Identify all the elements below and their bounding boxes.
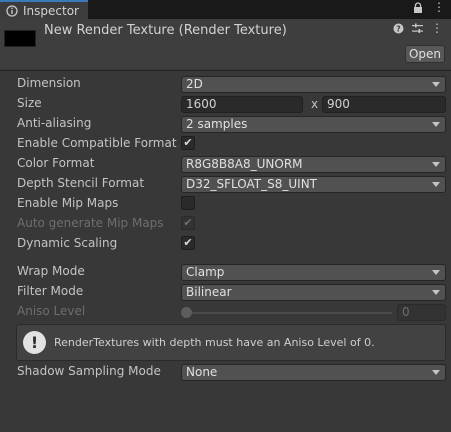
color-format-value: R8G8B8A8_UNORM: [186, 157, 303, 171]
row-wrap-mode: Wrap Mode Clamp: [0, 262, 451, 282]
aniso-level-label: Aniso Level: [17, 304, 86, 318]
enable-compatible-format-label: Enable Compatible Format: [17, 136, 177, 150]
asset-title: New Render Texture (Render Texture): [44, 23, 287, 38]
aniso-level-slider-thumb: [181, 307, 192, 318]
settings-icon[interactable]: [412, 23, 423, 34]
wrap-mode-label: Wrap Mode: [17, 264, 85, 278]
depth-stencil-format-label: Depth Stencil Format: [17, 176, 145, 190]
tab-inspector[interactable]: Inspector: [0, 0, 88, 19]
tab-label: Inspector: [23, 3, 79, 18]
depth-stencil-format-value: D32_SFLOAT_S8_UINT: [186, 177, 318, 191]
row-depth-stencil-format: Depth Stencil Format D32_SFLOAT_S8_UINT: [0, 174, 451, 194]
size-label: Size: [17, 96, 42, 110]
filter-mode-dropdown[interactable]: Bilinear: [181, 284, 446, 301]
lock-icon[interactable]: [413, 2, 423, 14]
row-dynamic-scaling: Dynamic Scaling ✔: [0, 234, 451, 254]
dimension-dropdown[interactable]: 2D: [181, 76, 446, 93]
open-button[interactable]: Open: [405, 45, 445, 63]
anti-aliasing-label: Anti-aliasing: [17, 116, 92, 130]
filter-mode-label: Filter Mode: [17, 284, 84, 298]
color-format-label: Color Format: [17, 156, 95, 170]
inspector-header: New Render Texture (Render Texture) ? ⋮ …: [0, 19, 451, 69]
menu-icon[interactable]: ⋮: [433, 1, 445, 14]
auto-generate-mip-maps-label: Auto generate Mip Maps: [17, 216, 164, 230]
warning-icon: !: [23, 331, 46, 354]
help-message: RenderTextures with depth must have an A…: [54, 336, 375, 349]
header-divider: [0, 70, 451, 71]
tab-bar: Inspector ⋮: [0, 0, 451, 19]
texture-preview: [4, 30, 36, 47]
dropdown-arrow-icon: [432, 370, 440, 375]
filter-mode-value: Bilinear: [186, 285, 232, 299]
shadow-sampling-mode-value: None: [186, 365, 218, 379]
row-size: Size 1600 x 900: [0, 94, 451, 114]
dropdown-arrow-icon: [432, 290, 440, 295]
shadow-sampling-mode-label: Shadow Sampling Mode: [17, 364, 161, 378]
dimension-value: 2D: [186, 77, 203, 91]
enable-mip-maps-label: Enable Mip Maps: [17, 196, 119, 210]
row-anti-aliasing: Anti-aliasing 2 samples: [0, 114, 451, 134]
row-shadow-sampling-mode: Shadow Sampling Mode None: [0, 362, 451, 382]
depth-stencil-format-dropdown[interactable]: D32_SFLOAT_S8_UINT: [181, 176, 446, 193]
help-box: ! RenderTextures with depth must have an…: [16, 324, 446, 361]
dropdown-arrow-icon: [432, 182, 440, 187]
row-filter-mode: Filter Mode Bilinear: [0, 282, 451, 302]
overflow-menu-icon[interactable]: ⋮: [431, 22, 443, 34]
dropdown-arrow-icon: [432, 82, 440, 87]
help-icon[interactable]: ?: [393, 23, 404, 34]
aniso-level-field: 0: [397, 304, 446, 321]
color-format-dropdown[interactable]: R8G8B8A8_UNORM: [181, 156, 446, 173]
row-color-format: Color Format R8G8B8A8_UNORM: [0, 154, 451, 174]
dimension-label: Dimension: [17, 76, 81, 90]
enable-compatible-format-checkbox[interactable]: ✔: [181, 136, 195, 150]
row-auto-generate-mip-maps: Auto generate Mip Maps ✔: [0, 214, 451, 234]
row-dimension: Dimension 2D: [0, 74, 451, 94]
row-enable-compatible-format: Enable Compatible Format ✔: [0, 134, 451, 154]
shadow-sampling-mode-dropdown[interactable]: None: [181, 364, 446, 381]
row-enable-mip-maps: Enable Mip Maps: [0, 194, 451, 214]
dynamic-scaling-label: Dynamic Scaling: [17, 236, 118, 250]
wrap-mode-dropdown[interactable]: Clamp: [181, 264, 446, 281]
dropdown-arrow-icon: [432, 122, 440, 127]
size-height-field[interactable]: 900: [322, 96, 446, 113]
size-width-field[interactable]: 1600: [181, 96, 303, 113]
inspector-info-icon: [6, 4, 18, 17]
size-separator: x: [311, 97, 319, 111]
aniso-level-slider-track: [187, 312, 392, 314]
anti-aliasing-value: 2 samples: [186, 117, 248, 131]
wrap-mode-value: Clamp: [186, 265, 225, 279]
anti-aliasing-dropdown[interactable]: 2 samples: [181, 116, 446, 133]
enable-mip-maps-checkbox[interactable]: [181, 196, 195, 210]
dropdown-arrow-icon: [432, 162, 440, 167]
svg-text:?: ?: [396, 24, 401, 33]
dynamic-scaling-checkbox[interactable]: ✔: [181, 236, 195, 250]
dropdown-arrow-icon: [432, 270, 440, 275]
row-aniso-level: Aniso Level 0: [0, 302, 451, 322]
auto-generate-mip-maps-checkbox: ✔: [181, 216, 195, 230]
